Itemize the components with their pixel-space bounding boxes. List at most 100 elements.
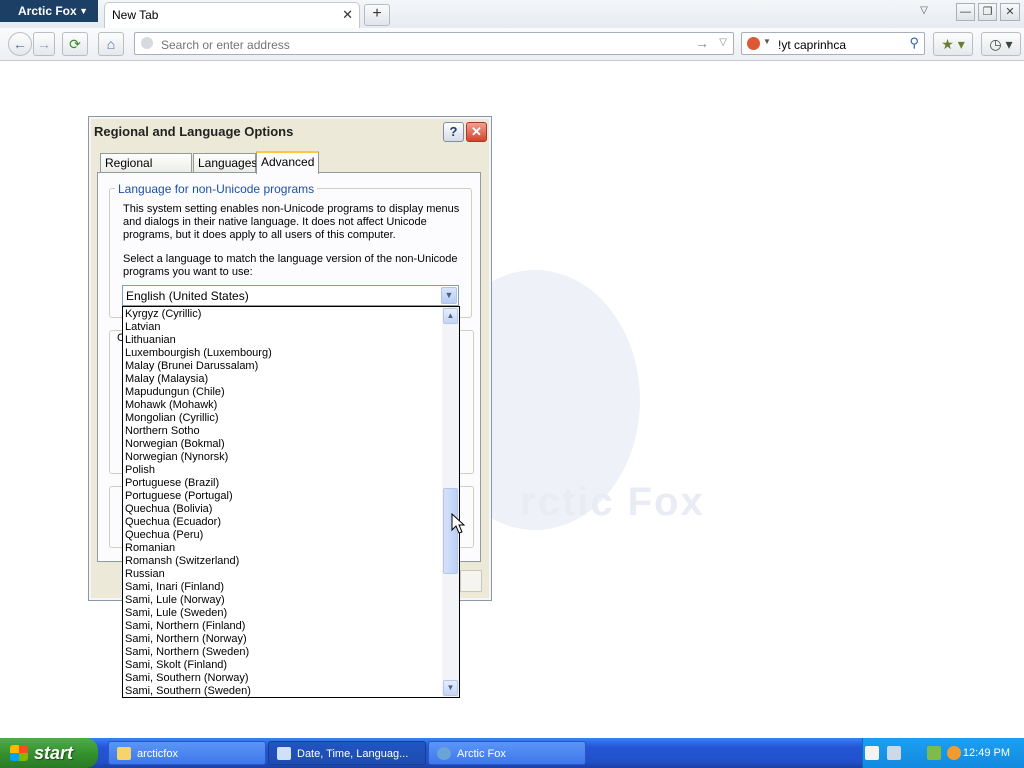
- taskbar-clock: 12:49 PM: [962, 747, 1010, 759]
- start-button[interactable]: start: [0, 738, 98, 768]
- app-menu-button[interactable]: Arctic Fox ▼: [0, 0, 98, 22]
- bookmark-star-icon: ★ ▾: [941, 36, 965, 52]
- dropdown-item[interactable]: Romansh (Switzerland): [125, 555, 443, 568]
- engine-chevron-icon[interactable]: ▼: [763, 37, 771, 46]
- dropdown-item[interactable]: Sami, Northern (Finland): [125, 620, 443, 633]
- dropdown-item[interactable]: Quechua (Ecuador): [125, 516, 443, 529]
- back-button[interactable]: ←: [8, 32, 32, 56]
- window-close-button[interactable]: ✕: [1000, 3, 1020, 21]
- dropdown-item[interactable]: Kyrgyz (Cyrillic): [125, 308, 443, 321]
- apply-button-partial[interactable]: [460, 570, 482, 592]
- history-button[interactable]: ◷ ▾: [981, 32, 1021, 56]
- bookmarks-button[interactable]: ★ ▾: [933, 32, 973, 56]
- control-panel-icon: [277, 747, 291, 760]
- dropdown-item[interactable]: Sami, Lule (Sweden): [125, 607, 443, 620]
- tab-close-icon[interactable]: ✕: [342, 3, 353, 27]
- dropdown-item[interactable]: Norwegian (Nynorsk): [125, 451, 443, 464]
- browser-tab[interactable]: New Tab ✕: [104, 2, 360, 28]
- dropdown-item[interactable]: Mapudungun (Chile): [125, 386, 443, 399]
- dropdown-item[interactable]: Mongolian (Cyrillic): [125, 412, 443, 425]
- dropdown-item[interactable]: Sami, Skolt (Finland): [125, 659, 443, 672]
- taskbar-item-arcticfox-folder[interactable]: arcticfox: [108, 741, 266, 765]
- dropdown-item[interactable]: Latvian: [125, 321, 443, 334]
- language-select[interactable]: English (United States) ▼: [122, 285, 459, 306]
- dropdown-items: Kyrgyz (Cyrillic) Latvian Lithuanian Luxemb…: [125, 308, 443, 697]
- dropdown-item[interactable]: Russian: [125, 568, 443, 581]
- scroll-down-icon[interactable]: ▼: [443, 680, 458, 696]
- dropdown-item[interactable]: Mohawk (Mohawk): [125, 399, 443, 412]
- task-label: Date, Time, Languag...: [297, 748, 409, 760]
- language-dropdown-list[interactable]: Kyrgyz (Cyrillic) Latvian Lithuanian Luxemb…: [122, 306, 460, 698]
- dropdown-item[interactable]: Sami, Northern (Norway): [125, 633, 443, 646]
- tab-advanced[interactable]: Advanced: [256, 151, 319, 174]
- help-button[interactable]: ?: [443, 122, 464, 142]
- forward-arrow-icon: →: [37, 36, 51, 52]
- minimize-button[interactable]: —: [956, 3, 975, 21]
- forward-button[interactable]: →: [33, 32, 55, 56]
- system-tray: 12:49 PM: [862, 738, 1024, 768]
- history-dropdown-icon[interactable]: ▽: [719, 37, 727, 48]
- clock-icon: ◷ ▾: [989, 36, 1013, 52]
- search-input[interactable]: [776, 33, 906, 56]
- dialog-title: Regional and Language Options: [94, 124, 294, 139]
- globe-icon: [141, 37, 153, 49]
- dropdown-item[interactable]: Polish: [125, 464, 443, 477]
- dropdown-item[interactable]: Sami, Inari (Finland): [125, 581, 443, 594]
- dropdown-item[interactable]: Luxembourgish (Luxembourg): [125, 347, 443, 360]
- home-button[interactable]: ⌂: [98, 32, 124, 56]
- folder-icon: [117, 747, 131, 760]
- search-engine-icon[interactable]: [747, 37, 760, 50]
- dropdown-item[interactable]: Portuguese (Portugal): [125, 490, 443, 503]
- taskbar-item-date-time[interactable]: Date, Time, Languag...: [268, 741, 426, 765]
- dropdown-item[interactable]: Sami, Lule (Norway): [125, 594, 443, 607]
- dropdown-item[interactable]: Norwegian (Bokmal): [125, 438, 443, 451]
- address-input[interactable]: [159, 33, 683, 56]
- dropdown-item[interactable]: Quechua (Peru): [125, 529, 443, 542]
- task-label: Arctic Fox: [457, 748, 506, 760]
- dropdown-scrollbar[interactable]: ▲ ▼: [442, 307, 459, 697]
- dropdown-item[interactable]: Sami, Southern (Norway): [125, 672, 443, 685]
- start-label: start: [34, 743, 74, 763]
- close-icon: ✕: [1005, 6, 1015, 18]
- chevron-down-icon[interactable]: ▼: [441, 287, 457, 304]
- dropdown-item[interactable]: Sami, Southern (Sweden): [125, 685, 443, 697]
- taskbar-item-arctic-fox[interactable]: Arctic Fox: [428, 741, 586, 765]
- group-title: Language for non-Unicode programs: [115, 182, 318, 196]
- description-line: This system setting enables non-Unicode …: [123, 203, 460, 215]
- dropdown-item[interactable]: Lithuanian: [125, 334, 443, 347]
- dropdown-item[interactable]: Romanian: [125, 542, 443, 555]
- reload-button[interactable]: ⟳: [62, 32, 88, 56]
- safely-remove-icon[interactable]: [927, 746, 941, 760]
- tab-list-chevron-icon[interactable]: ▽: [916, 5, 932, 21]
- go-arrow-icon[interactable]: →: [695, 35, 709, 51]
- chevron-down-icon: ▼: [79, 6, 88, 16]
- new-tab-button[interactable]: +: [364, 4, 390, 26]
- search-tray-icon[interactable]: [947, 746, 961, 760]
- dropdown-item[interactable]: Sami, Northern (Sweden): [125, 646, 443, 659]
- dropdown-item[interactable]: Quechua (Bolivia): [125, 503, 443, 516]
- windows-logo-icon: [10, 745, 28, 761]
- description-line: programs, but it does apply to all users…: [123, 229, 396, 241]
- dropdown-item[interactable]: Malay (Brunei Darussalam): [125, 360, 443, 373]
- dropdown-item[interactable]: Northern Sotho: [125, 425, 443, 438]
- select-instruction-text: Select a language to match the language …: [123, 253, 458, 279]
- address-bar[interactable]: → ▽: [134, 32, 734, 56]
- tab-languages[interactable]: Languages: [193, 153, 257, 173]
- network-tray-icon[interactable]: [887, 746, 901, 760]
- instruction-line: Select a language to match the language …: [123, 253, 458, 265]
- instruction-line: programs you want to use:: [123, 266, 253, 278]
- back-arrow-icon: ←: [13, 36, 27, 52]
- search-icon[interactable]: ⚲: [909, 35, 919, 51]
- search-bar[interactable]: ▼ ⚲: [741, 32, 925, 56]
- restore-button[interactable]: ❐: [978, 3, 997, 21]
- mouse-cursor-icon: [451, 513, 465, 534]
- help-tray-icon[interactable]: [865, 746, 879, 760]
- dropdown-item[interactable]: Portuguese (Brazil): [125, 477, 443, 490]
- description-text: This system setting enables non-Unicode …: [123, 203, 459, 242]
- scroll-up-icon[interactable]: ▲: [443, 308, 458, 324]
- dropdown-item[interactable]: Malay (Malaysia): [125, 373, 443, 386]
- tab-regional-options[interactable]: Regional Options: [100, 153, 192, 188]
- restore-icon: ❐: [982, 6, 993, 18]
- task-label: arcticfox: [137, 748, 178, 760]
- dialog-close-button[interactable]: ✕: [466, 122, 487, 142]
